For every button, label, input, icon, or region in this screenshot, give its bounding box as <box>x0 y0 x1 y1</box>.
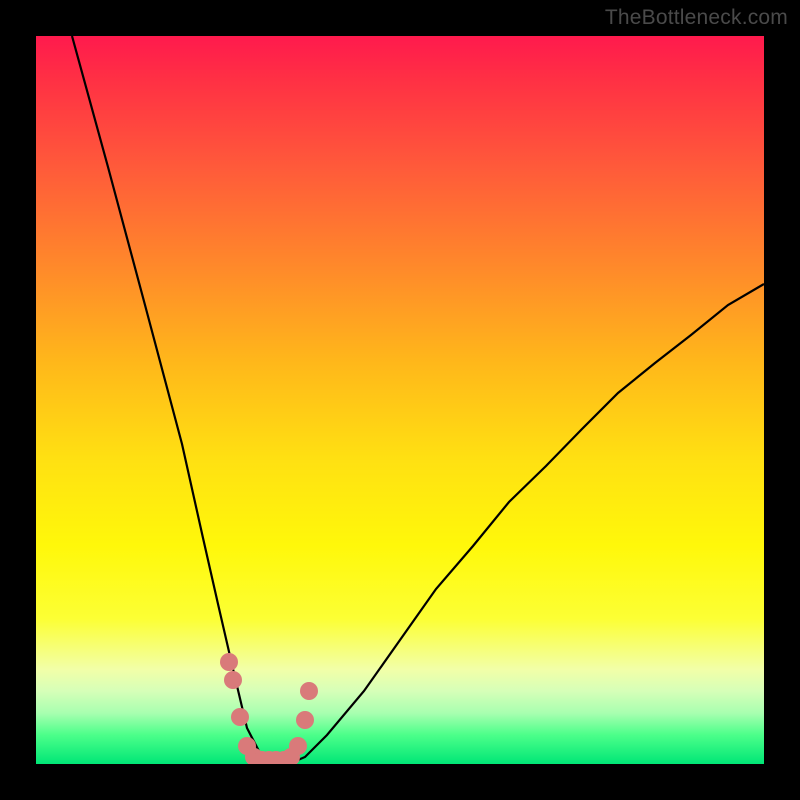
curve-layer <box>36 36 764 764</box>
marker-dot <box>300 682 318 700</box>
marker-dot <box>296 711 314 729</box>
bottleneck-curve <box>72 36 764 763</box>
marker-group <box>220 653 318 764</box>
marker-dot <box>289 737 307 755</box>
marker-dot <box>224 671 242 689</box>
marker-dot <box>220 653 238 671</box>
marker-dot <box>231 708 249 726</box>
chart-frame: TheBottleneck.com <box>0 0 800 800</box>
plot-area <box>36 36 764 764</box>
watermark-text: TheBottleneck.com <box>605 6 788 30</box>
